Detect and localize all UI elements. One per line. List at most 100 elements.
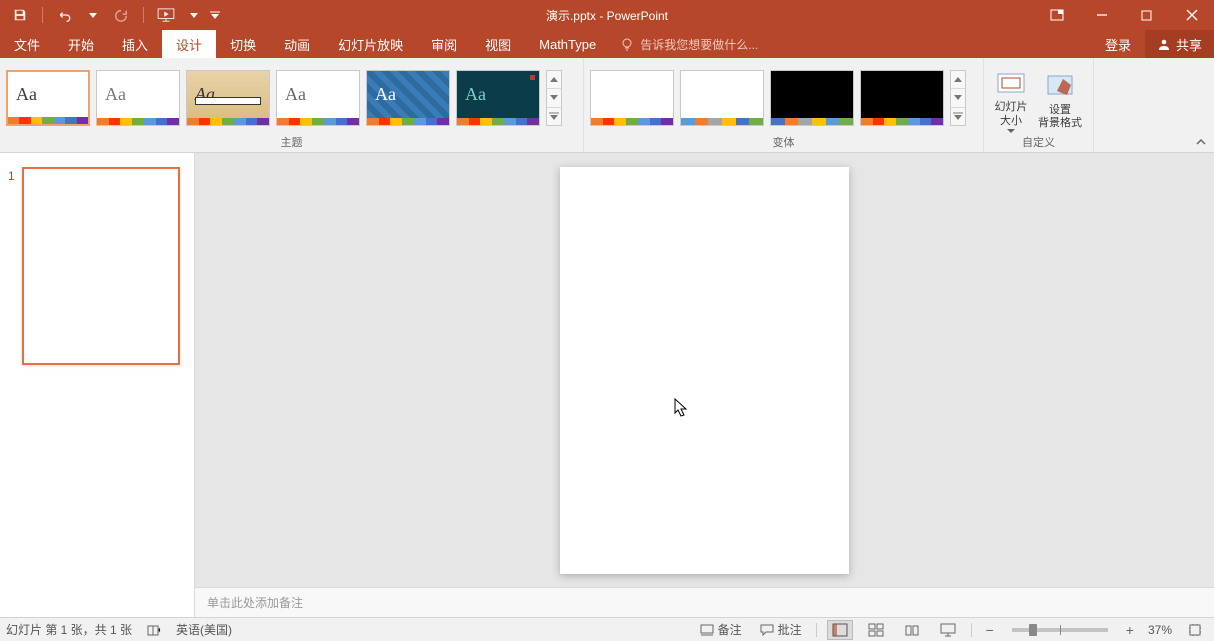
start-slideshow-dropdown[interactable] xyxy=(188,3,200,27)
theme-item-2[interactable]: Aa xyxy=(96,70,180,126)
tab-home[interactable]: 开始 xyxy=(54,30,108,58)
notes-pane[interactable]: 单击此处添加备注 xyxy=(195,587,1214,617)
format-background-button[interactable]: 设置 背景格式 xyxy=(1034,66,1086,130)
zoom-slider-midpoint xyxy=(1060,625,1061,635)
themes-scroll-up[interactable] xyxy=(547,71,561,89)
undo-button[interactable] xyxy=(51,3,79,27)
thumbnail-preview xyxy=(22,167,180,365)
current-slide[interactable] xyxy=(560,167,849,574)
minimize-button[interactable] xyxy=(1079,0,1124,30)
chevron-down-icon xyxy=(954,95,962,100)
maximize-icon xyxy=(1141,10,1152,21)
tab-animations[interactable]: 动画 xyxy=(270,30,324,58)
slide-counter[interactable]: 幻灯片 第 1 张，共 1 张 xyxy=(6,621,132,638)
group-themes: Aa Aa Aa Aa Aa Aa xyxy=(0,58,584,152)
more-icon xyxy=(953,112,963,120)
thumbnail-slide-1[interactable]: 1 xyxy=(0,167,194,375)
chevron-down-icon xyxy=(1007,129,1015,133)
theme-item-3[interactable]: Aa xyxy=(186,70,270,126)
ribbon-tabs: 文件 开始 插入 设计 切换 动画 幻灯片放映 审阅 视图 MathType 告… xyxy=(0,30,1214,58)
slide-thumbnails-pane[interactable]: 1 xyxy=(0,153,195,617)
theme-item-4[interactable]: Aa xyxy=(276,70,360,126)
thumbnail-number: 1 xyxy=(8,167,22,365)
chevron-down-icon xyxy=(190,13,198,18)
maximize-button[interactable] xyxy=(1124,0,1169,30)
save-icon xyxy=(13,8,27,22)
variants-gallery-scroll xyxy=(950,70,966,126)
fit-icon xyxy=(1188,623,1202,637)
notes-toggle-button[interactable]: 备注 xyxy=(696,621,746,638)
tab-file[interactable]: 文件 xyxy=(0,30,54,58)
tab-insert[interactable]: 插入 xyxy=(108,30,162,58)
normal-view-button[interactable] xyxy=(827,620,853,640)
themes-scroll-down[interactable] xyxy=(547,89,561,107)
zoom-out-button[interactable]: − xyxy=(982,622,998,638)
chevron-up-icon xyxy=(1195,137,1207,147)
theme-item-6[interactable]: Aa xyxy=(456,70,540,126)
group-variants-label: 变体 xyxy=(584,134,983,152)
variant-4[interactable]: Aa xyxy=(860,70,944,126)
theme-office[interactable]: Aa xyxy=(6,70,90,126)
format-background-icon xyxy=(1044,70,1076,102)
tab-transitions[interactable]: 切换 xyxy=(216,30,270,58)
share-icon xyxy=(1157,37,1171,51)
zoom-percent[interactable]: 37% xyxy=(1148,623,1172,637)
qat-customize-button[interactable] xyxy=(208,3,222,27)
zoom-slider-handle[interactable] xyxy=(1029,624,1037,636)
reading-view-button[interactable] xyxy=(899,620,925,640)
sorter-view-button[interactable] xyxy=(863,620,889,640)
normal-view-icon xyxy=(832,623,848,637)
tab-slideshow[interactable]: 幻灯片放映 xyxy=(324,30,417,58)
account-sign-in[interactable]: 登录 xyxy=(1091,30,1145,58)
tab-review[interactable]: 审阅 xyxy=(417,30,471,58)
editor-pane: 单击此处添加备注 xyxy=(195,153,1214,617)
slide-size-label: 幻灯片 大小 xyxy=(995,101,1028,127)
tab-view[interactable]: 视图 xyxy=(471,30,525,58)
spell-check-button[interactable] xyxy=(142,623,166,637)
ribbon-display-options-button[interactable] xyxy=(1034,0,1079,30)
tab-design[interactable]: 设计 xyxy=(162,30,216,58)
start-slideshow-button[interactable] xyxy=(152,3,180,27)
tell-me-placeholder: 告诉我您想要做什么... xyxy=(640,36,758,53)
variant-3[interactable]: Aa xyxy=(770,70,854,126)
variants-scroll-up[interactable] xyxy=(951,71,965,89)
close-button[interactable] xyxy=(1169,0,1214,30)
variants-more-button[interactable] xyxy=(951,108,965,125)
redo-button[interactable] xyxy=(107,3,135,27)
variants-scroll-down[interactable] xyxy=(951,89,965,107)
undo-dropdown[interactable] xyxy=(87,3,99,27)
slideshow-icon xyxy=(157,8,175,22)
group-themes-label: 主题 xyxy=(0,134,583,152)
book-icon xyxy=(146,623,162,637)
sorter-view-icon xyxy=(868,623,884,637)
share-label: 共享 xyxy=(1176,35,1202,54)
separator xyxy=(143,7,144,23)
share-button[interactable]: 共享 xyxy=(1145,30,1214,58)
theme-item-5[interactable]: Aa xyxy=(366,70,450,126)
save-button[interactable] xyxy=(6,3,34,27)
language-indicator[interactable]: 英语(美国) xyxy=(176,621,232,638)
fit-to-window-button[interactable] xyxy=(1182,620,1208,640)
undo-icon xyxy=(57,8,73,22)
slide-size-button[interactable]: 幻灯片 大小 xyxy=(990,63,1032,132)
themes-more-button[interactable] xyxy=(547,108,561,125)
ribbon-content: Aa Aa Aa Aa Aa Aa xyxy=(0,58,1214,153)
comments-toggle-button[interactable]: 批注 xyxy=(756,621,806,638)
theme-color-strip xyxy=(8,117,88,124)
slideshow-view-button[interactable] xyxy=(935,620,961,640)
variant-1[interactable]: Aa xyxy=(590,70,674,126)
separator xyxy=(42,7,43,23)
slide-canvas-area[interactable] xyxy=(195,153,1214,587)
ribbon-options-icon xyxy=(1050,9,1064,21)
chevron-down-icon xyxy=(550,95,558,100)
more-icon xyxy=(549,112,559,120)
collapse-ribbon-button[interactable] xyxy=(1192,134,1210,150)
tell-me-search[interactable]: 告诉我您想要做什么... xyxy=(610,30,768,58)
zoom-slider[interactable] xyxy=(1012,628,1108,632)
variant-2[interactable]: Aa xyxy=(680,70,764,126)
comments-icon xyxy=(760,624,774,636)
customize-icon xyxy=(210,11,220,19)
tab-mathtype[interactable]: MathType xyxy=(525,30,610,58)
chevron-up-icon xyxy=(550,77,558,82)
zoom-in-button[interactable]: + xyxy=(1122,622,1138,638)
